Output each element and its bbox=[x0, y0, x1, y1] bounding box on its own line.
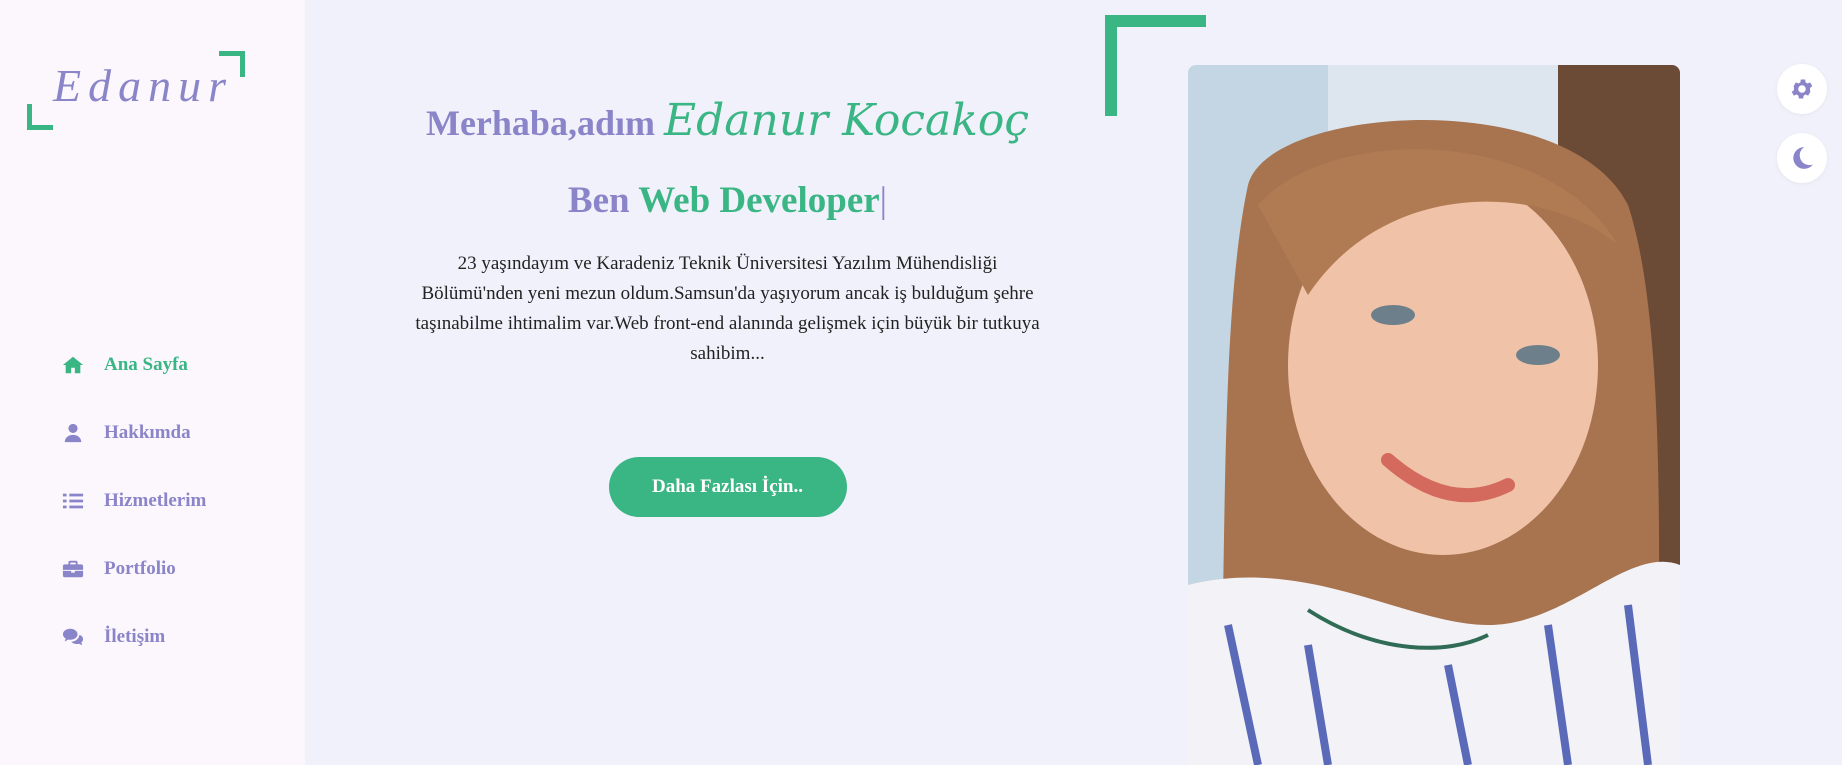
gear-icon bbox=[1791, 79, 1813, 99]
comments-icon bbox=[60, 625, 86, 649]
moon-icon bbox=[1793, 147, 1813, 169]
nav-item-home[interactable]: Ana Sayfa bbox=[60, 348, 206, 382]
role-prefix: Ben bbox=[567, 180, 630, 221]
typing-cursor: | bbox=[879, 180, 888, 221]
nav-item-label: Portfolio bbox=[104, 558, 176, 579]
bio-text: 23 yaşındayım ve Karadeniz Teknik Üniver… bbox=[415, 253, 1040, 364]
nav-item-label: Hizmetlerim bbox=[104, 490, 207, 511]
portrait-illustration bbox=[1188, 65, 1680, 765]
hero-section: Merhaba,adım Edanur Kocakoç Ben Web Deve… bbox=[370, 95, 1085, 517]
role-heading: Ben Web Developer| bbox=[370, 175, 1085, 227]
sidebar: Edanur Ana Sayfa Hakkımda Hizmetlerim Po… bbox=[0, 0, 305, 765]
nav-item-label: Hakkımda bbox=[104, 422, 191, 443]
home-icon bbox=[60, 353, 86, 377]
nav-item-about[interactable]: Hakkımda bbox=[60, 416, 206, 450]
greeting-prefix: Merhaba,adım bbox=[425, 103, 655, 143]
greeting-heading: Merhaba,adım Edanur Kocakoç bbox=[370, 95, 1085, 149]
nav-item-portfolio[interactable]: Portfolio bbox=[60, 552, 206, 586]
profile-photo bbox=[1188, 65, 1680, 765]
main-nav: Ana Sayfa Hakkımda Hizmetlerim Portfolio… bbox=[60, 348, 206, 688]
logo-corner-decoration bbox=[27, 104, 53, 130]
role-word: Web Developer bbox=[638, 180, 880, 221]
greeting-name: Edanur Kocakoç bbox=[663, 95, 1030, 146]
logo-text: Edanur bbox=[53, 60, 233, 111]
nav-item-label: İletişim bbox=[104, 626, 166, 647]
logo[interactable]: Edanur bbox=[27, 51, 245, 130]
more-info-button[interactable]: Daha Fazlası İçin.. bbox=[608, 457, 847, 517]
nav-item-services[interactable]: Hizmetlerim bbox=[60, 484, 206, 518]
briefcase-icon bbox=[60, 557, 86, 581]
nav-item-label: Ana Sayfa bbox=[104, 354, 188, 375]
list-icon bbox=[60, 489, 86, 513]
settings-button[interactable] bbox=[1777, 64, 1827, 114]
theme-toggle-button[interactable] bbox=[1777, 133, 1827, 183]
user-icon bbox=[60, 421, 86, 445]
nav-item-contact[interactable]: İletişim bbox=[60, 620, 206, 654]
